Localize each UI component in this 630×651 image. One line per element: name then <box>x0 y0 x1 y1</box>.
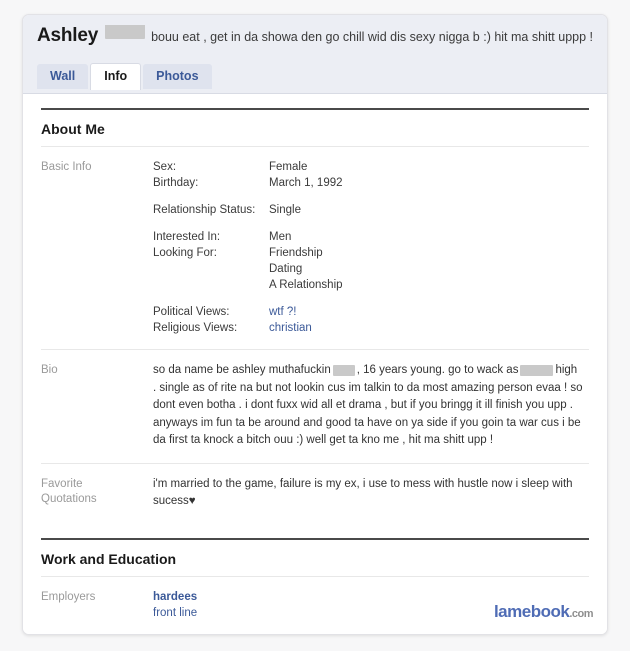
content-bio: so da name be ashley muthafuckin , 16 yea… <box>153 362 589 450</box>
field-key-religious-views: Religious Views: <box>153 322 238 334</box>
label-basic-info: Basic Info <box>41 161 92 173</box>
tab-wall[interactable]: Wall <box>37 64 89 89</box>
field-value-political-views[interactable]: wtf ?! <box>269 306 296 318</box>
content-favorite-quotations: i'm married to the game, failure is my e… <box>153 476 589 511</box>
field-key-looking-for: Looking For: <box>153 247 217 259</box>
status-message: bouu eat , get in da showa den go chill … <box>151 30 593 44</box>
bio-redaction-block-2 <box>520 365 554 377</box>
tab-photos[interactable]: Photos <box>143 64 212 89</box>
table-row: Sex: Female <box>153 159 343 175</box>
section-heading-about-me: About Me <box>41 108 589 147</box>
row-basic-info: Basic Info Sex: Female Birthday: March 1… <box>41 147 589 349</box>
bio-part-1: so da name be ashley muthafuckin <box>153 364 331 376</box>
content-basic-info: Sex: Female Birthday: March 1, 1992 Rela… <box>153 159 589 336</box>
bio-part-2: , 16 years young. go to wack as <box>356 364 519 376</box>
profile-header: Ashley bouu eat , get in da showa den go… <box>23 15 607 94</box>
field-key-birthday: Birthday: <box>153 177 199 189</box>
basic-info-table: Sex: Female Birthday: March 1, 1992 Rela… <box>153 159 343 336</box>
profile-tabs: Wall Info Photos <box>37 63 593 90</box>
bio-redaction-block-1 <box>332 365 355 377</box>
profile-name: Ashley <box>37 25 99 46</box>
field-value-looking-for-3: A Relationship <box>269 279 343 291</box>
spacer-row <box>153 293 343 304</box>
table-row: Dating <box>153 261 343 277</box>
tab-info[interactable]: Info <box>90 63 142 90</box>
watermark-brand: lamebook <box>493 602 570 621</box>
spacer-row <box>153 218 343 229</box>
row-bio: Bio so da name be ashley muthafuckin , 16… <box>41 349 589 463</box>
heart-icon: ♥ <box>188 495 196 507</box>
lamebook-watermark: lamebook.com <box>493 602 594 622</box>
profile-card: Ashley bouu eat , get in da showa den go… <box>22 14 608 635</box>
field-key-blank-1 <box>153 261 269 277</box>
field-value-birthday: March 1, 1992 <box>269 177 343 189</box>
watermark-tld: .com <box>569 608 593 620</box>
name-redaction-block <box>105 25 146 39</box>
bio-part-3: high . single as of rite na but not look… <box>153 364 583 446</box>
favorite-quotations-text: i'm married to the game, failure is my e… <box>153 476 573 511</box>
field-value-sex: Female <box>269 161 308 173</box>
label-favorite-quotations: Favorite Quotations <box>41 476 153 511</box>
profile-body: About Me Basic Info Sex: Female Birthday… <box>23 108 607 634</box>
label-employers: Employers <box>41 590 96 603</box>
row-favorite-quotations: Favorite Quotations i'm married to the g… <box>41 462 589 524</box>
section-heading-work-and-education: Work and Education <box>41 537 589 577</box>
spacer-row <box>153 191 343 202</box>
label-favorite-quotations-line2: Quotations <box>41 492 97 505</box>
field-key-interested-in: Interested In: <box>153 231 221 243</box>
table-row: Religious Views: christian <box>153 320 343 336</box>
field-key-blank-2 <box>153 277 269 293</box>
table-row: A Relationship <box>153 277 343 293</box>
table-row: Birthday: March 1, 1992 <box>153 175 343 191</box>
bio-text: so da name be ashley muthafuckin , 16 yea… <box>153 362 583 450</box>
table-row: Interested In: Men <box>153 229 343 245</box>
field-value-looking-for-2: Dating <box>269 263 303 275</box>
field-value-looking-for-1: Friendship <box>269 247 323 259</box>
table-row: Looking For: Friendship <box>153 245 343 261</box>
field-value-relationship-status: Single <box>269 204 301 216</box>
field-value-interested-in: Men <box>269 231 292 243</box>
name-and-status-line: Ashley bouu eat , get in da showa den go… <box>37 25 593 55</box>
field-key-sex: Sex: <box>153 161 177 173</box>
quote-body: i'm married to the game, failure is my e… <box>153 477 573 508</box>
field-key-relationship-status: Relationship Status: <box>153 204 256 216</box>
label-favorite-quotations-line1: Favorite <box>41 477 83 490</box>
field-key-political-views: Political Views: <box>153 306 230 318</box>
label-bio: Bio <box>41 364 58 376</box>
table-row: Relationship Status: Single <box>153 202 343 218</box>
field-value-religious-views[interactable]: christian <box>269 322 312 334</box>
table-row: Political Views: wtf ?! <box>153 304 343 320</box>
